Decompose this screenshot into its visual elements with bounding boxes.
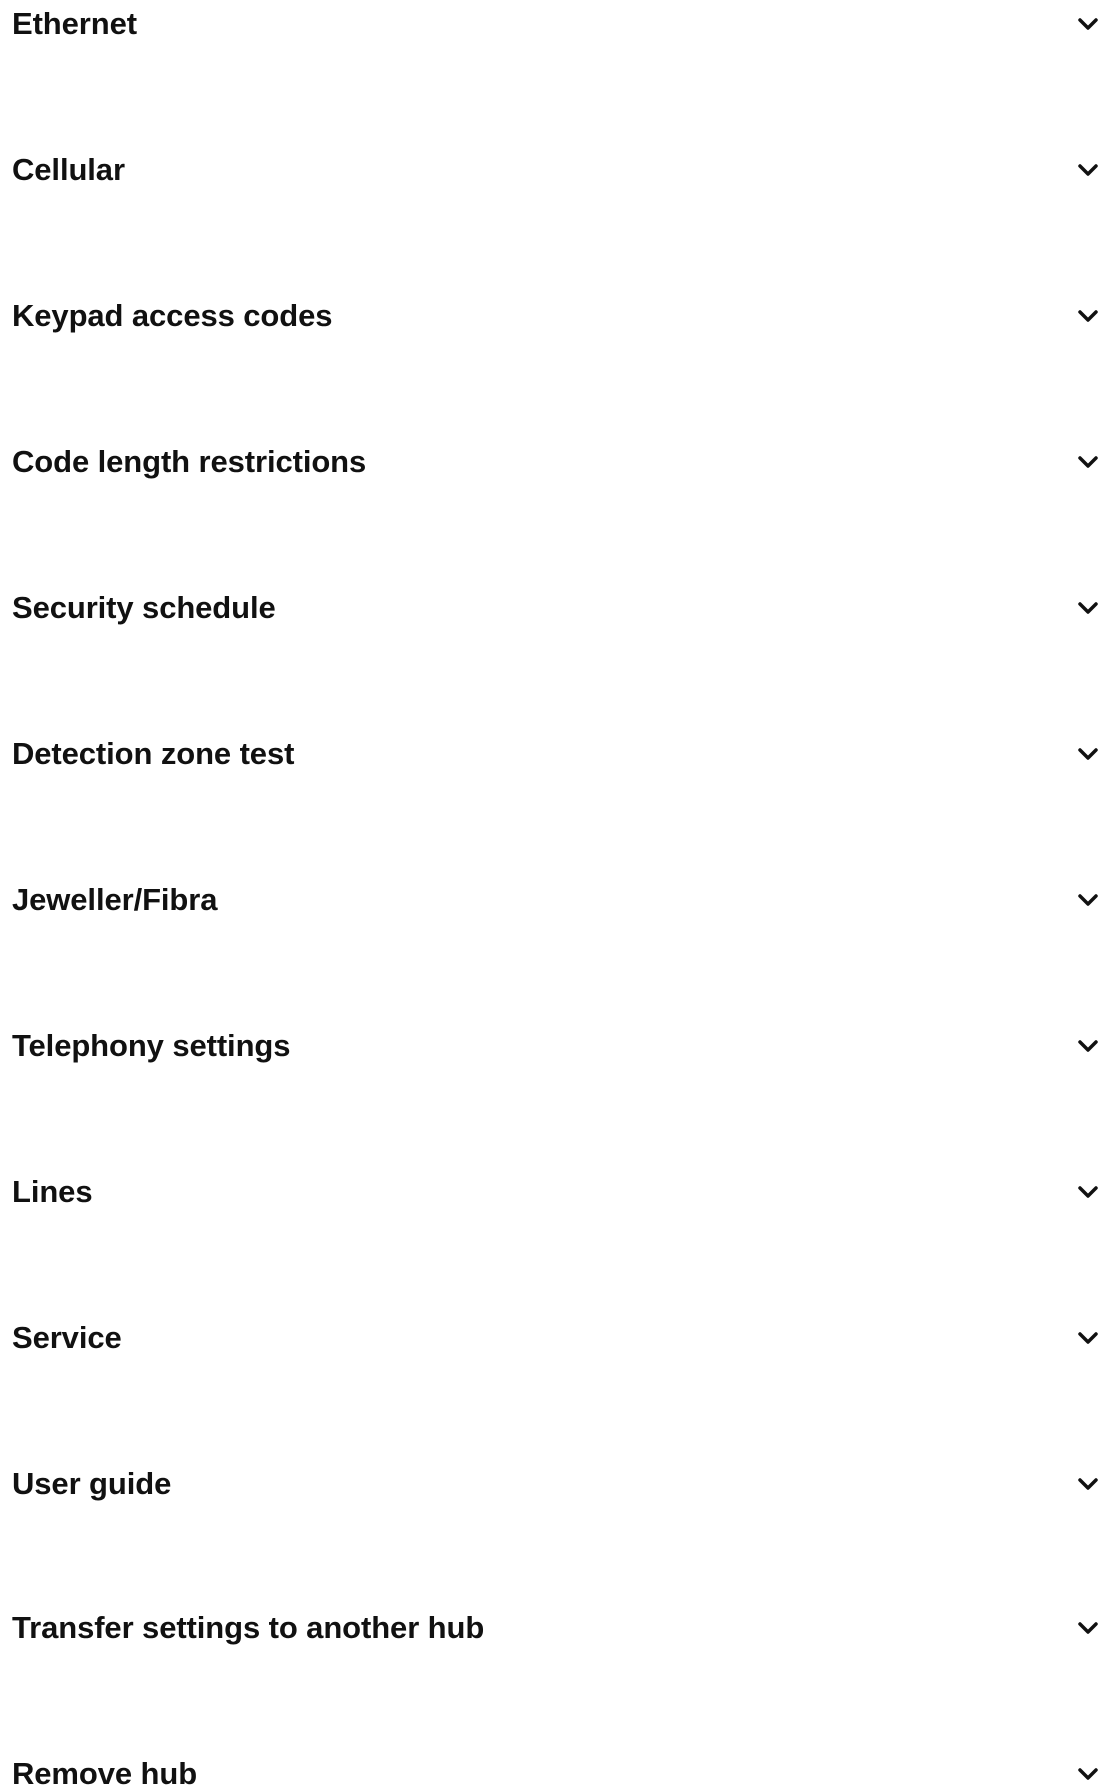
accordion-item-label: User guide xyxy=(12,1466,172,1501)
accordion-item-service[interactable]: Service xyxy=(0,1314,1111,1362)
accordion-item-label: Jeweller/Fibra xyxy=(12,882,218,917)
accordion-item-telephony-settings[interactable]: Telephony settings xyxy=(0,1022,1111,1070)
chevron-down-icon[interactable] xyxy=(1072,1176,1104,1208)
accordion-item-label: Cellular xyxy=(12,152,125,187)
chevron-down-icon[interactable] xyxy=(1072,738,1104,770)
chevron-down-icon[interactable] xyxy=(1072,1468,1104,1500)
accordion-item-label: Service xyxy=(12,1320,122,1355)
accordion-item-label: Telephony settings xyxy=(12,1028,291,1063)
chevron-down-icon[interactable] xyxy=(1072,300,1104,332)
accordion-item-cellular[interactable]: Cellular xyxy=(0,146,1111,194)
accordion-item-label: Security schedule xyxy=(12,590,276,625)
accordion-item-jeweller-fibra[interactable]: Jeweller/Fibra xyxy=(0,876,1111,924)
chevron-down-icon[interactable] xyxy=(1072,1758,1104,1790)
accordion-item-label: Remove hub xyxy=(12,1756,198,1790)
accordion-item-label: Transfer settings to another hub xyxy=(12,1610,485,1645)
chevron-down-icon[interactable] xyxy=(1072,1612,1104,1644)
accordion-item-ethernet[interactable]: Ethernet xyxy=(0,0,1111,48)
accordion-item-security-schedule[interactable]: Security schedule xyxy=(0,584,1111,632)
accordion-item-user-guide[interactable]: User guide xyxy=(0,1460,1111,1508)
accordion-item-detection-zone-test[interactable]: Detection zone test xyxy=(0,730,1111,778)
accordion-item-label: Ethernet xyxy=(12,6,137,41)
accordion-item-label: Lines xyxy=(12,1174,93,1209)
accordion-item-keypad-access-codes[interactable]: Keypad access codes xyxy=(0,292,1111,340)
accordion-item-label: Detection zone test xyxy=(12,736,295,771)
chevron-down-icon[interactable] xyxy=(1072,8,1104,40)
chevron-down-icon[interactable] xyxy=(1072,884,1104,916)
accordion-item-code-length-restrictions[interactable]: Code length restrictions xyxy=(0,438,1111,486)
chevron-down-icon[interactable] xyxy=(1072,154,1104,186)
settings-accordion-list: Ethernet Cellular Keypad access codes Co… xyxy=(0,0,1111,1790)
chevron-down-icon[interactable] xyxy=(1072,1030,1104,1062)
chevron-down-icon[interactable] xyxy=(1072,1322,1104,1354)
accordion-item-lines[interactable]: Lines xyxy=(0,1168,1111,1216)
chevron-down-icon[interactable] xyxy=(1072,592,1104,624)
accordion-item-remove-hub[interactable]: Remove hub xyxy=(0,1750,1111,1790)
accordion-item-label: Keypad access codes xyxy=(12,298,333,333)
accordion-item-label: Code length restrictions xyxy=(12,444,367,479)
accordion-item-transfer-settings[interactable]: Transfer settings to another hub xyxy=(0,1604,1111,1652)
chevron-down-icon[interactable] xyxy=(1072,446,1104,478)
